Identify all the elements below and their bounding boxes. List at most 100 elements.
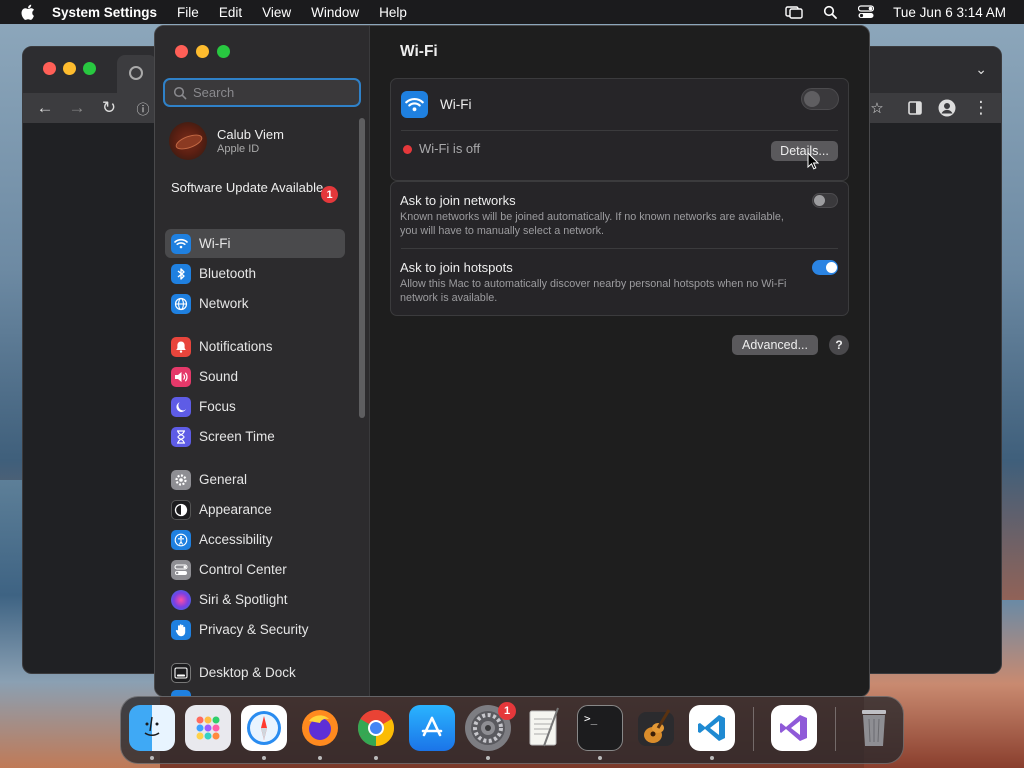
safari-icon[interactable]	[241, 705, 287, 751]
trash-icon[interactable]	[851, 705, 897, 751]
launchpad-icon[interactable]	[185, 705, 231, 751]
sidebar-item-appearance[interactable]: Appearance	[165, 495, 345, 524]
ask-hotspots-toggle[interactable]	[812, 260, 838, 275]
profile-icon[interactable]	[937, 98, 957, 118]
spotlight-search-icon[interactable]	[821, 5, 839, 19]
wifi-status-text: Wi-Fi is off	[419, 141, 481, 156]
divider	[401, 130, 838, 131]
menu-window[interactable]: Window	[311, 5, 359, 20]
reload-icon[interactable]: ↻	[99, 98, 119, 118]
details-button[interactable]: Details...	[771, 141, 838, 161]
visual-studio-icon[interactable]	[771, 705, 817, 751]
sidebar-item-accessibility[interactable]: Accessibility	[165, 525, 345, 554]
wifi-icon	[401, 91, 428, 118]
sidebar-item-sound[interactable]: Sound	[165, 362, 345, 391]
chrome-icon[interactable]	[353, 705, 399, 751]
sidebar-item-label: Siri & Spotlight	[199, 592, 288, 607]
minimize-button[interactable]	[196, 45, 209, 58]
app-store-icon[interactable]	[409, 705, 455, 751]
apple-menu-icon[interactable]	[16, 0, 38, 24]
software-update-item[interactable]: Software Update Available	[171, 180, 341, 196]
search-input[interactable]	[193, 85, 353, 100]
close-button[interactable]	[175, 45, 188, 58]
sidebar-item-focus[interactable]: Focus	[165, 392, 345, 421]
speaker-icon	[171, 366, 191, 387]
avatar	[169, 122, 207, 160]
search-icon	[173, 86, 187, 100]
sidebar-item-general[interactable]: General	[165, 465, 345, 494]
bluetooth-icon	[171, 263, 191, 284]
accessibility-icon	[171, 529, 191, 550]
control-center-menu-icon[interactable]	[857, 5, 875, 19]
browser-zoom-button[interactable]	[83, 62, 96, 75]
appearance-icon	[171, 499, 191, 520]
forward-arrow-icon[interactable]: →	[67, 98, 87, 118]
wifi-toggle[interactable]	[801, 88, 839, 110]
advanced-button[interactable]: Advanced...	[732, 335, 818, 355]
apple-id-account[interactable]: Calub Viem Apple ID	[169, 122, 284, 160]
menu-edit[interactable]: Edit	[219, 5, 242, 20]
firefox-icon[interactable]	[297, 705, 343, 751]
browser-minimize-button[interactable]	[63, 62, 76, 75]
settings-window: Calub Viem Apple ID Software Update Avai…	[154, 25, 870, 697]
menu-clock[interactable]: Tue Jun 6 3:14 AM	[893, 5, 1006, 20]
ask-hotspots-title: Ask to join hotspots	[400, 260, 513, 275]
sidebar-item-siri-spotlight[interactable]: Siri & Spotlight	[165, 585, 345, 614]
terminal-icon[interactable]: >_	[577, 705, 623, 751]
sidebar-item-screen-time[interactable]: Screen Time	[165, 422, 345, 451]
sidebar-item-label: Appearance	[199, 502, 272, 517]
ask-networks-toggle[interactable]	[812, 193, 838, 208]
sidebar-item-wifi[interactable]: Wi-Fi	[165, 229, 345, 258]
site-info-icon[interactable]: ⓘ	[133, 98, 153, 118]
side-panel-icon[interactable]	[905, 98, 925, 118]
browser-tab[interactable]	[117, 55, 157, 93]
bell-icon	[171, 336, 191, 357]
sidebar-item-privacy-security[interactable]: Privacy & Security	[165, 615, 345, 644]
finder-icon[interactable]	[129, 705, 175, 751]
garageband-icon[interactable]	[633, 705, 679, 751]
sidebar-item-control-center[interactable]: Control Center	[165, 555, 345, 584]
settings-dock-badge: 1	[498, 702, 516, 720]
sidebar-scrollbar[interactable]	[359, 118, 365, 418]
sidebar-item-label: Privacy & Security	[199, 622, 309, 637]
ask-networks-title: Ask to join networks	[400, 193, 516, 208]
chevron-down-icon[interactable]: ⌄	[975, 61, 987, 78]
sidebar-item-label: Control Center	[199, 562, 287, 577]
help-button[interactable]: ?	[829, 335, 849, 355]
dock-separator	[753, 707, 754, 751]
window-controls	[175, 45, 230, 58]
search-field[interactable]	[163, 78, 361, 107]
dock: 1 >_	[120, 696, 904, 764]
mouse-cursor-icon	[807, 152, 819, 170]
back-arrow-icon[interactable]: ←	[35, 98, 55, 118]
ask-hotspots-description: Allow this Mac to automatically discover…	[400, 278, 787, 304]
more-menu-icon[interactable]: ⋮	[971, 98, 991, 118]
dock-separator	[835, 707, 836, 751]
sidebar-item-label: Screen Time	[199, 429, 275, 444]
bookmark-star-icon[interactable]: ☆	[867, 98, 887, 118]
moon-icon	[171, 396, 191, 417]
sidebar-item-network[interactable]: Network	[165, 289, 345, 318]
sidebar-item-label: Wi-Fi	[199, 236, 231, 251]
sidebar-item-desktop-dock[interactable]: Desktop & Dock	[165, 658, 345, 687]
sidebar-item-notifications[interactable]: Notifications	[165, 332, 345, 361]
screen-mirroring-icon[interactable]	[785, 5, 803, 19]
vscode-icon[interactable]	[689, 705, 735, 751]
globe-icon	[129, 66, 143, 80]
zoom-button[interactable]	[217, 45, 230, 58]
sidebar-item-bluetooth[interactable]: Bluetooth	[165, 259, 345, 288]
menu-app-name[interactable]: System Settings	[52, 5, 157, 20]
toggle-knob	[814, 195, 825, 206]
textedit-icon[interactable]	[521, 705, 567, 751]
menu-file[interactable]: File	[177, 5, 199, 20]
menu-help[interactable]: Help	[379, 5, 407, 20]
sidebar-item-label: Sound	[199, 369, 239, 384]
account-subtitle: Apple ID	[217, 143, 260, 155]
sidebar-item-label: General	[199, 472, 248, 487]
running-indicator	[262, 756, 266, 760]
join-options-card: Ask to join networks Known networks will…	[390, 181, 849, 316]
menu-view[interactable]: View	[262, 5, 291, 20]
status-indicator-dot	[403, 145, 412, 154]
running-indicator	[598, 756, 602, 760]
browser-close-button[interactable]	[43, 62, 56, 75]
